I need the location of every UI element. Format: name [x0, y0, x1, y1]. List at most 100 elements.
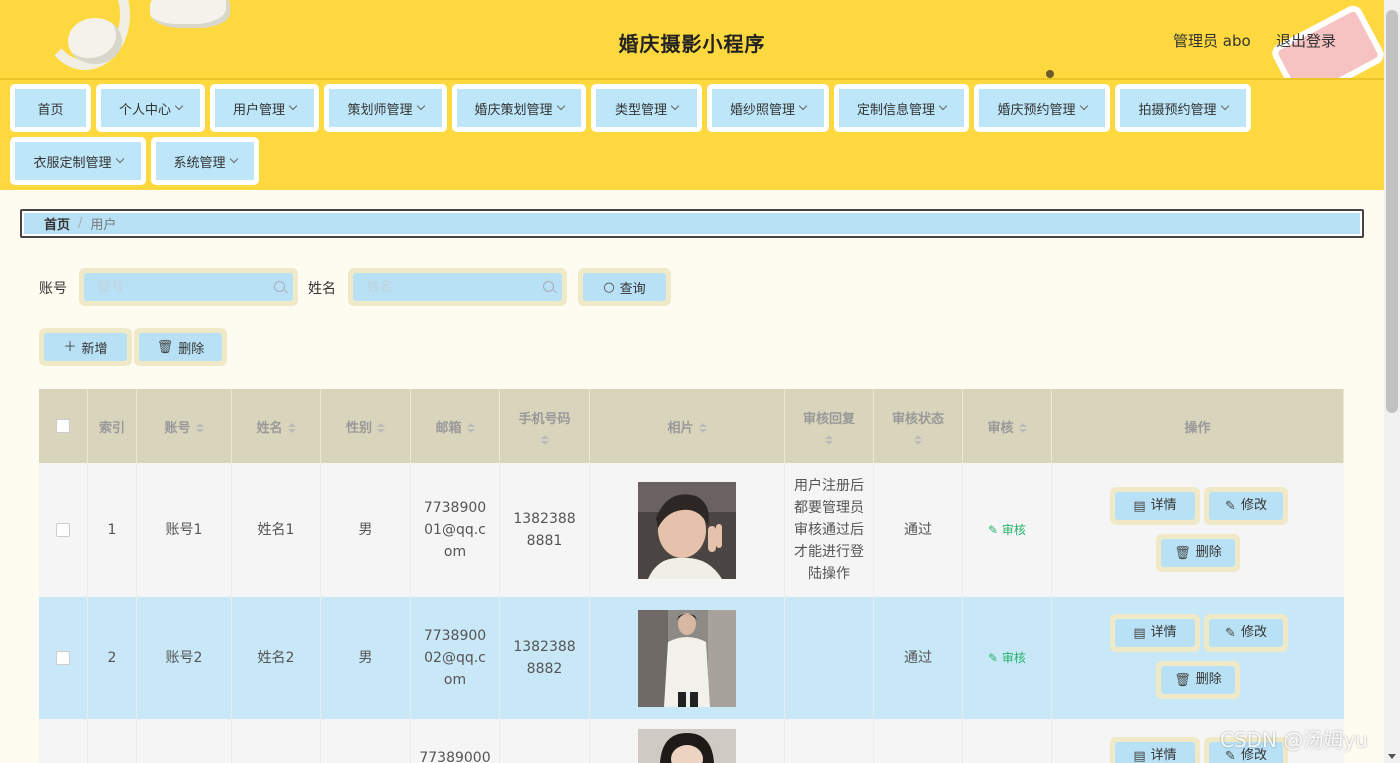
query-button[interactable]: ○ 查询: [578, 268, 671, 306]
column-header-label: 相片: [667, 420, 694, 436]
detail-button[interactable]: ▤ 详情: [1110, 487, 1200, 525]
audit-link-label: 审核: [1001, 651, 1026, 665]
sort-icon[interactable]: [1018, 423, 1027, 433]
column-header-label: 手机号码: [518, 411, 571, 427]
nav-item-label: 婚庆策划管理: [474, 102, 553, 118]
nav-item-users[interactable]: 用户管理: [210, 84, 319, 132]
edit-button[interactable]: ✎ 修改: [1204, 614, 1288, 652]
name-label: 姓名: [308, 281, 336, 297]
delete-button-label: 删除: [1195, 672, 1222, 687]
edit-button-label: 修改: [1240, 498, 1267, 513]
gender-cell: [321, 719, 411, 763]
row-checkbox[interactable]: [56, 523, 70, 537]
nav-item-wedding-booking[interactable]: 婚庆预约管理: [974, 84, 1110, 132]
breadcrumb-home[interactable]: 首页: [44, 214, 70, 233]
nav-item-custom-info[interactable]: 定制信息管理: [834, 84, 969, 132]
sort-icon[interactable]: [825, 434, 833, 445]
edit-icon: ✎: [1225, 498, 1236, 514]
row-select-cell: [39, 597, 88, 719]
name-cell: 姓名2: [232, 597, 321, 719]
photo-cell: [590, 719, 785, 763]
logout-link[interactable]: 退出登录: [1276, 30, 1336, 51]
edit-button[interactable]: ✎ 修改: [1204, 487, 1288, 525]
account-cell: [137, 719, 232, 763]
nav-item-label: 类型管理: [614, 102, 667, 118]
page-scrollbar[interactable]: [1384, 0, 1400, 763]
audit-cell: ✎ 审核: [963, 597, 1052, 719]
document-icon: ▤: [1133, 625, 1146, 641]
nav-item-shoot-booking[interactable]: 拍摄预约管理: [1115, 84, 1251, 132]
column-header-photo[interactable]: 相片: [590, 389, 785, 463]
nav-item-system[interactable]: 系统管理: [151, 137, 259, 185]
delete-button[interactable]: 🗑︎ 删除: [1156, 534, 1240, 572]
sort-icon[interactable]: [914, 434, 922, 445]
search-icon: ○: [603, 279, 615, 295]
column-header-email[interactable]: 邮箱: [411, 389, 500, 463]
column-header-name[interactable]: 姓名: [232, 389, 321, 463]
select-all-checkbox[interactable]: [56, 419, 70, 433]
status-cell: 通过: [874, 597, 963, 719]
user-photo[interactable]: [638, 609, 736, 707]
chevron-down-icon: [1079, 101, 1088, 111]
audit-cell: [963, 719, 1052, 763]
delete-button-label: 删除: [178, 341, 205, 357]
chevron-down-icon: [416, 101, 425, 111]
trash-icon: 🗑︎: [1174, 545, 1191, 561]
name-search-box: [348, 268, 567, 306]
column-header-gender[interactable]: 性别: [321, 389, 411, 463]
nav-item-types[interactable]: 类型管理: [591, 84, 702, 132]
batch-delete-button[interactable]: 🗑︎ 删除: [134, 328, 227, 366]
phone-cell: 13823888881: [500, 463, 590, 597]
sort-icon[interactable]: [466, 423, 475, 433]
name-cell: [232, 719, 321, 763]
sort-icon[interactable]: [377, 423, 385, 433]
account-search-input[interactable]: [84, 273, 293, 301]
account-cell: 账号1: [137, 463, 232, 597]
sort-icon[interactable]: [540, 434, 549, 445]
add-button[interactable]: ＋ 新增: [39, 328, 132, 366]
table-row: 1 账号1 姓名1 男 773890001@qq.com 13823888881…: [39, 463, 1344, 597]
scrollbar-thumb[interactable]: [1386, 10, 1398, 413]
nav-item-home[interactable]: 首页: [10, 84, 91, 132]
account-label: 账号: [39, 281, 67, 297]
column-header-label: 审核状态: [891, 411, 944, 427]
sort-icon[interactable]: [698, 423, 707, 433]
column-header-label: 姓名: [256, 420, 283, 436]
audit-link[interactable]: ✎ 审核: [988, 647, 1026, 669]
user-photo[interactable]: [638, 729, 736, 763]
audit-link[interactable]: ✎ 审核: [988, 519, 1026, 541]
column-header-account[interactable]: 账号: [137, 389, 232, 463]
column-header-reply[interactable]: 审核回复: [785, 389, 874, 463]
edit-icon: ✎: [988, 651, 1002, 665]
status-cell: 通过: [874, 463, 963, 597]
column-header-audit[interactable]: 审核: [963, 389, 1052, 463]
sort-icon[interactable]: [195, 423, 204, 433]
column-header-status[interactable]: 审核状态: [874, 389, 963, 463]
nav-item-wedding-photos[interactable]: 婚纱照管理: [707, 84, 829, 132]
row-checkbox[interactable]: [56, 651, 70, 665]
delete-button[interactable]: 🗑︎ 删除: [1156, 661, 1240, 699]
user-photo-image: [638, 481, 736, 579]
chevron-down-icon: [115, 154, 124, 164]
detail-button[interactable]: ▤ 详情: [1110, 614, 1200, 652]
column-header-label: 审核回复: [802, 411, 855, 427]
column-header-phone[interactable]: 手机号码: [500, 389, 590, 463]
audit-cell: ✎ 审核: [963, 463, 1052, 597]
nav-item-planners[interactable]: 策划师管理: [324, 84, 447, 132]
user-photo[interactable]: [638, 481, 736, 579]
column-header-label: 索引: [98, 420, 125, 436]
reply-cell: [785, 719, 874, 763]
nav-item-clothing-custom[interactable]: 衣服定制管理: [10, 137, 146, 185]
detail-button-label: 详情: [1150, 748, 1177, 763]
nav-item-profile[interactable]: 个人中心: [96, 84, 205, 132]
name-search-input[interactable]: [353, 273, 562, 301]
nav-item-wedding-plans[interactable]: 婚庆策划管理: [452, 84, 586, 132]
document-icon: ▤: [1133, 498, 1146, 514]
scroll-down-arrow-icon[interactable]: [1388, 754, 1396, 759]
main-nav: 首页 个人中心 用户管理 策划师管理 婚庆策划管理 类型管理 婚纱照管理 定制信…: [0, 78, 1384, 190]
sort-icon[interactable]: [287, 423, 296, 433]
breadcrumb-separator: /: [78, 216, 83, 231]
detail-button[interactable]: ▤ 详情: [1110, 737, 1200, 763]
name-cell: 姓名1: [232, 463, 321, 597]
photo-cell: [590, 463, 785, 597]
